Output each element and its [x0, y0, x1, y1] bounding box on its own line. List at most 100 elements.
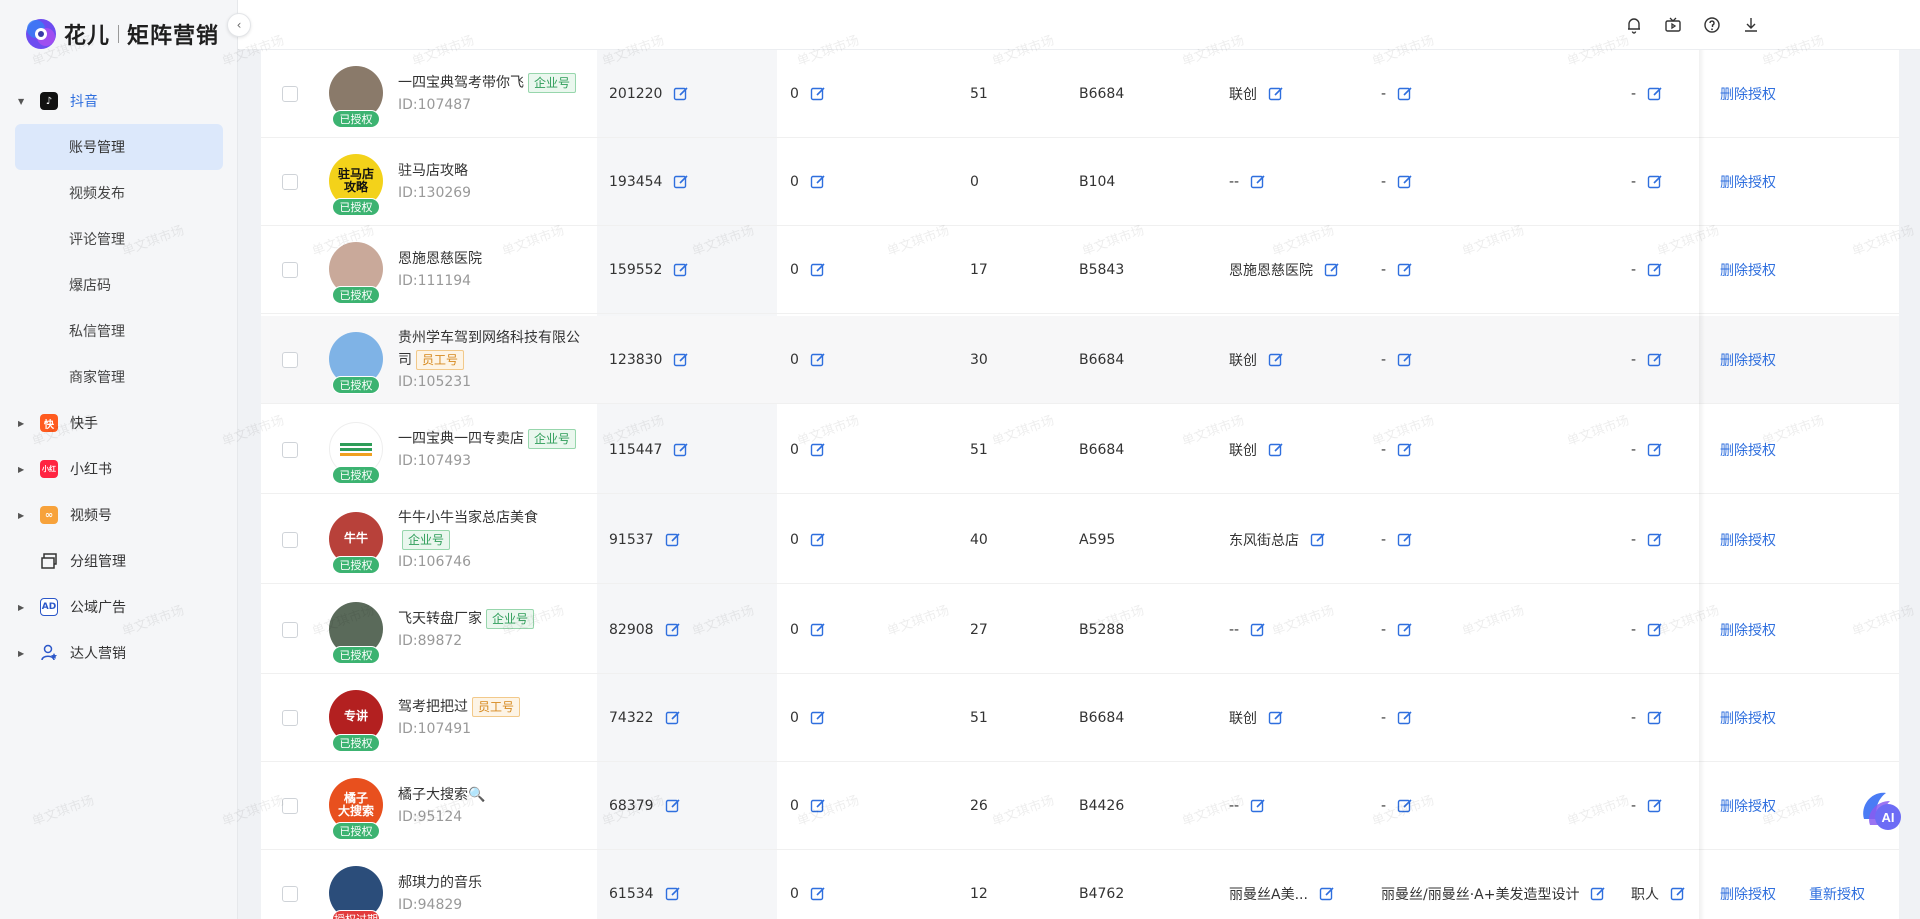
account-type-tag: 企业号 — [528, 429, 577, 449]
edit-icon[interactable] — [665, 622, 681, 638]
edit-icon[interactable] — [1397, 710, 1413, 726]
edit-icon[interactable] — [1670, 886, 1686, 902]
edit-icon[interactable] — [1647, 710, 1663, 726]
edit-icon[interactable] — [673, 86, 689, 102]
sidebar-group-kuaishou[interactable]: ▶ 快 快手 — [0, 400, 238, 446]
row-checkbox[interactable] — [282, 352, 298, 368]
row-checkbox[interactable] — [282, 262, 298, 278]
code-value: B5288 — [1079, 622, 1125, 638]
help-icon[interactable] — [1701, 14, 1723, 36]
edit-icon[interactable] — [810, 86, 826, 102]
sidebar-item-account[interactable]: 账号管理 — [15, 124, 223, 170]
edit-icon[interactable] — [1250, 622, 1266, 638]
edit-icon[interactable] — [673, 262, 689, 278]
edit-icon[interactable] — [810, 174, 826, 190]
edit-icon[interactable] — [1250, 174, 1266, 190]
edit-icon[interactable] — [1647, 622, 1663, 638]
edit-icon[interactable] — [1647, 86, 1663, 102]
ai-assistant-button[interactable]: AI — [1856, 785, 1906, 835]
delete-auth-link[interactable]: 删除授权 — [1720, 260, 1776, 280]
edit-icon[interactable] — [1397, 174, 1413, 190]
download-icon[interactable] — [1740, 14, 1762, 36]
delete-auth-link[interactable]: 删除授权 — [1720, 708, 1776, 728]
edit-icon[interactable] — [1397, 622, 1413, 638]
row-checkbox[interactable] — [282, 532, 298, 548]
delete-auth-link[interactable]: 删除授权 — [1720, 440, 1776, 460]
edit-icon[interactable] — [1647, 352, 1663, 368]
table-row: 专讲 已授权 驾考把把过 员工号 ID:107491 74322 0 51 B66… — [261, 674, 1899, 762]
edit-icon[interactable] — [1268, 710, 1284, 726]
edit-icon[interactable] — [1647, 532, 1663, 548]
edit-icon[interactable] — [1268, 442, 1284, 458]
edit-icon[interactable] — [810, 532, 826, 548]
delete-auth-link[interactable]: 删除授权 — [1720, 350, 1776, 370]
edit-icon[interactable] — [665, 886, 681, 902]
edit-icon[interactable] — [1647, 262, 1663, 278]
edit-icon[interactable] — [1397, 442, 1413, 458]
sidebar-group-shipinhao[interactable]: ▶ ∞ 视频号 — [0, 492, 238, 538]
col3-value: 51 — [970, 442, 988, 458]
delete-auth-link[interactable]: 删除授权 — [1720, 84, 1776, 104]
edit-icon[interactable] — [810, 622, 826, 638]
row-checkbox[interactable] — [282, 710, 298, 726]
sidebar-group-douyin[interactable]: ▼ ♪ 抖音 — [0, 78, 238, 124]
row-checkbox[interactable] — [282, 86, 298, 102]
sidebar-item-messages[interactable]: 私信管理 — [15, 308, 223, 354]
delete-auth-link[interactable]: 删除授权 — [1720, 530, 1776, 550]
edit-icon[interactable] — [1310, 532, 1326, 548]
collapse-sidebar-button[interactable]: ‹ — [227, 13, 251, 37]
sidebar-group-groups[interactable]: 分组管理 — [0, 538, 238, 584]
edit-icon[interactable] — [1324, 262, 1340, 278]
edit-icon[interactable] — [1397, 262, 1413, 278]
edit-icon[interactable] — [1397, 86, 1413, 102]
edit-icon[interactable] — [1647, 798, 1663, 814]
delete-auth-link[interactable]: 删除授权 — [1720, 172, 1776, 192]
row-checkbox[interactable] — [282, 174, 298, 190]
auth-status-badge: 已授权 — [332, 646, 380, 664]
sidebar-item-video-publish[interactable]: 视频发布 — [15, 170, 223, 216]
sidebar-group-influencer[interactable]: ▶ 达人营销 — [0, 630, 238, 676]
sidebar-group-ads[interactable]: ▶ AD 公域广告 — [0, 584, 238, 630]
sidebar-item-comments[interactable]: 评论管理 — [15, 216, 223, 262]
account-id: ID:107487 — [398, 97, 472, 113]
edit-icon[interactable] — [810, 262, 826, 278]
edit-icon[interactable] — [665, 798, 681, 814]
edit-icon[interactable] — [810, 886, 826, 902]
bell-icon[interactable] — [1623, 14, 1645, 36]
edit-icon[interactable] — [1268, 352, 1284, 368]
svg-text:AI: AI — [1882, 810, 1895, 825]
edit-icon[interactable] — [810, 352, 826, 368]
reauthorize-link[interactable]: 重新授权 — [1809, 884, 1865, 904]
edit-icon[interactable] — [1397, 352, 1413, 368]
row-checkbox[interactable] — [282, 622, 298, 638]
row-checkbox[interactable] — [282, 798, 298, 814]
edit-icon[interactable] — [1397, 798, 1413, 814]
tv-icon[interactable] — [1662, 14, 1684, 36]
edit-icon[interactable] — [810, 798, 826, 814]
edit-icon[interactable] — [1397, 532, 1413, 548]
row-checkbox[interactable] — [282, 442, 298, 458]
auth-status-badge: 已授权 — [332, 556, 380, 574]
delete-auth-link[interactable]: 删除授权 — [1720, 796, 1776, 816]
sidebar-item-merchants[interactable]: 商家管理 — [15, 354, 223, 400]
col3-value: 40 — [970, 532, 988, 548]
edit-icon[interactable] — [673, 442, 689, 458]
edit-icon[interactable] — [810, 710, 826, 726]
col6-value: 丽曼丝/丽曼丝·A+美发造型设计 — [1381, 887, 1580, 903]
edit-icon[interactable] — [1647, 442, 1663, 458]
edit-icon[interactable] — [1319, 886, 1335, 902]
edit-icon[interactable] — [810, 442, 826, 458]
edit-icon[interactable] — [1590, 886, 1606, 902]
delete-auth-link[interactable]: 删除授权 — [1720, 620, 1776, 640]
edit-icon[interactable] — [1268, 86, 1284, 102]
edit-icon[interactable] — [673, 174, 689, 190]
delete-auth-link[interactable]: 删除授权 — [1720, 884, 1776, 904]
row-checkbox[interactable] — [282, 886, 298, 902]
edit-icon[interactable] — [1250, 798, 1266, 814]
edit-icon[interactable] — [665, 710, 681, 726]
edit-icon[interactable] — [665, 532, 681, 548]
edit-icon[interactable] — [673, 352, 689, 368]
edit-icon[interactable] — [1647, 174, 1663, 190]
sidebar-group-xiaohongshu[interactable]: ▶ 小红 小红书 — [0, 446, 238, 492]
sidebar-item-shop-code[interactable]: 爆店码 — [15, 262, 223, 308]
